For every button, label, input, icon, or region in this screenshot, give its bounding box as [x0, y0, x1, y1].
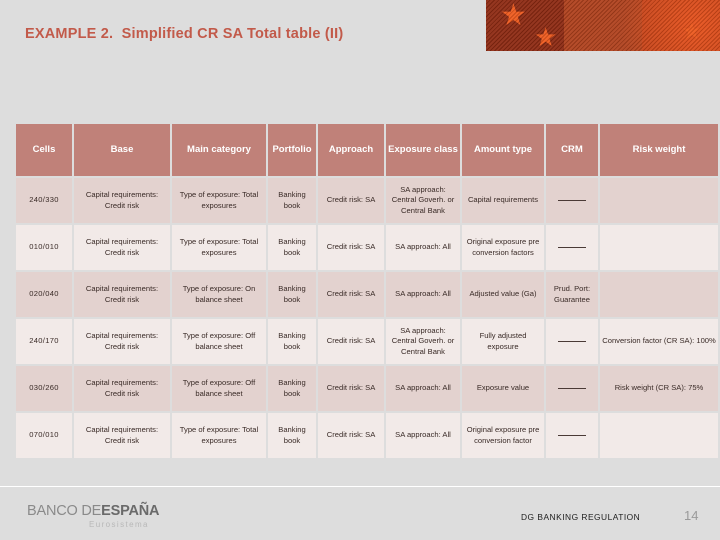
table-row: 240/170 Capital requirements: Credit ris… [16, 319, 718, 364]
column-header-portfolio: Portfolio [268, 124, 316, 176]
cell-risk-weight [600, 413, 718, 458]
cell-main-category: Type of exposure: Off balance sheet [172, 319, 266, 364]
cell-base: Capital requirements: Credit risk [74, 319, 170, 364]
cell-crm [546, 178, 598, 223]
cell-risk-weight: Risk weight (CR SA): 75% [600, 366, 718, 411]
cell-approach: Credit risk: SA [318, 366, 384, 411]
cell-base: Capital requirements: Credit risk [74, 272, 170, 317]
table-row: 240/330 Capital requirements: Credit ris… [16, 178, 718, 223]
column-header-exposure-class: Exposure class [386, 124, 460, 176]
cell-exposure-class: SA approach: All [386, 366, 460, 411]
cell-portfolio: Banking book [268, 225, 316, 270]
table-row: 010/010 Capital requirements: Credit ris… [16, 225, 718, 270]
logo-bold: ESPAÑA [101, 503, 160, 519]
column-header-approach: Approach [318, 124, 384, 176]
cell-risk-weight [600, 272, 718, 317]
column-header-main-category: Main category [172, 124, 266, 176]
column-header-crm: CRM [546, 124, 598, 176]
cell-main-category: Type of exposure: Off balance sheet [172, 366, 266, 411]
cell-base: Capital requirements: Credit risk [74, 225, 170, 270]
cell-main-category: Type of exposure: Total exposures [172, 225, 266, 270]
table-row: 070/010 Capital requirements: Credit ris… [16, 413, 718, 458]
cell-approach: Credit risk: SA [318, 225, 384, 270]
cell-exposure-class: SA approach: Central Goverh. or Central … [386, 319, 460, 364]
dash-mark [558, 434, 586, 437]
cell-exposure-class: SA approach: All [386, 272, 460, 317]
cell-portfolio: Banking book [268, 319, 316, 364]
cell-approach: Credit risk: SA [318, 413, 384, 458]
cell-risk-weight [600, 225, 718, 270]
cell-id: 020/040 [16, 272, 72, 317]
cell-approach: Credit risk: SA [318, 319, 384, 364]
cell-main-category: Type of exposure: Total exposures [172, 413, 266, 458]
cell-crm [546, 319, 598, 364]
cell-amount-type: Original exposure pre conversion factor [462, 413, 544, 458]
column-header-base: Base [74, 124, 170, 176]
cell-id: 240/170 [16, 319, 72, 364]
cell-crm [546, 225, 598, 270]
footer-divider [0, 486, 720, 487]
cell-id: 240/330 [16, 178, 72, 223]
dash-mark [558, 387, 586, 390]
cell-portfolio: Banking book [268, 413, 316, 458]
dash-mark [558, 246, 586, 249]
spain-flag-banner: ★ ★ ★ [486, 0, 720, 51]
cell-id: 030/260 [16, 366, 72, 411]
page-title: EXAMPLE 2. Simplified CR SA Total table … [25, 26, 344, 42]
cell-amount-type: Fully adjusted exposure [462, 319, 544, 364]
cell-id: 010/010 [16, 225, 72, 270]
cell-portfolio: Banking book [268, 272, 316, 317]
cr-sa-total-table: Cells Base Main category Portfolio Appro… [14, 122, 718, 460]
cell-crm [546, 413, 598, 458]
cell-base: Capital requirements: Credit risk [74, 366, 170, 411]
banco-de-espana-logo: BANCO DEESPAÑA Eurosistema [27, 503, 159, 529]
table-row: 030/260 Capital requirements: Credit ris… [16, 366, 718, 411]
cell-main-category: Type of exposure: Total exposures [172, 178, 266, 223]
column-header-risk-weight: Risk weight [600, 124, 718, 176]
table-header-row: Cells Base Main category Portfolio Appro… [16, 124, 718, 176]
cell-crm [546, 366, 598, 411]
cell-amount-type: Adjusted value (Ga) [462, 272, 544, 317]
cell-exposure-class: SA approach: Central Goverh. or Central … [386, 178, 460, 223]
cell-crm: Prud. Port: Guarantee [546, 272, 598, 317]
page-number: 14 [684, 508, 699, 523]
cell-base: Capital requirements: Credit risk [74, 413, 170, 458]
cell-base: Capital requirements: Credit risk [74, 178, 170, 223]
column-header-amount-type: Amount type [462, 124, 544, 176]
logo-wordmark: BANCO DEESPAÑA [27, 503, 159, 519]
cell-approach: Credit risk: SA [318, 178, 384, 223]
cell-approach: Credit risk: SA [318, 272, 384, 317]
cell-risk-weight: Conversion factor (CR SA): 100% [600, 319, 718, 364]
cell-portfolio: Banking book [268, 178, 316, 223]
cell-exposure-class: SA approach: All [386, 413, 460, 458]
cell-exposure-class: SA approach: All [386, 225, 460, 270]
cell-id: 070/010 [16, 413, 72, 458]
cell-main-category: Type of exposure: On balance sheet [172, 272, 266, 317]
table-row: 020/040 Capital requirements: Credit ris… [16, 272, 718, 317]
cell-portfolio: Banking book [268, 366, 316, 411]
cell-amount-type: Exposure value [462, 366, 544, 411]
cell-amount-type: Original exposure pre conversion factors [462, 225, 544, 270]
dash-mark [558, 340, 586, 343]
flag-texture-overlay [486, 0, 720, 51]
dash-mark [558, 199, 586, 202]
logo-prefix: BANCO DE [27, 503, 102, 519]
cell-risk-weight [600, 178, 718, 223]
column-header-cells: Cells [16, 124, 72, 176]
logo-subtitle: Eurosistema [89, 520, 149, 529]
cell-amount-type: Capital requirements [462, 178, 544, 223]
footer-department: DG BANKING REGULATION [521, 512, 641, 522]
